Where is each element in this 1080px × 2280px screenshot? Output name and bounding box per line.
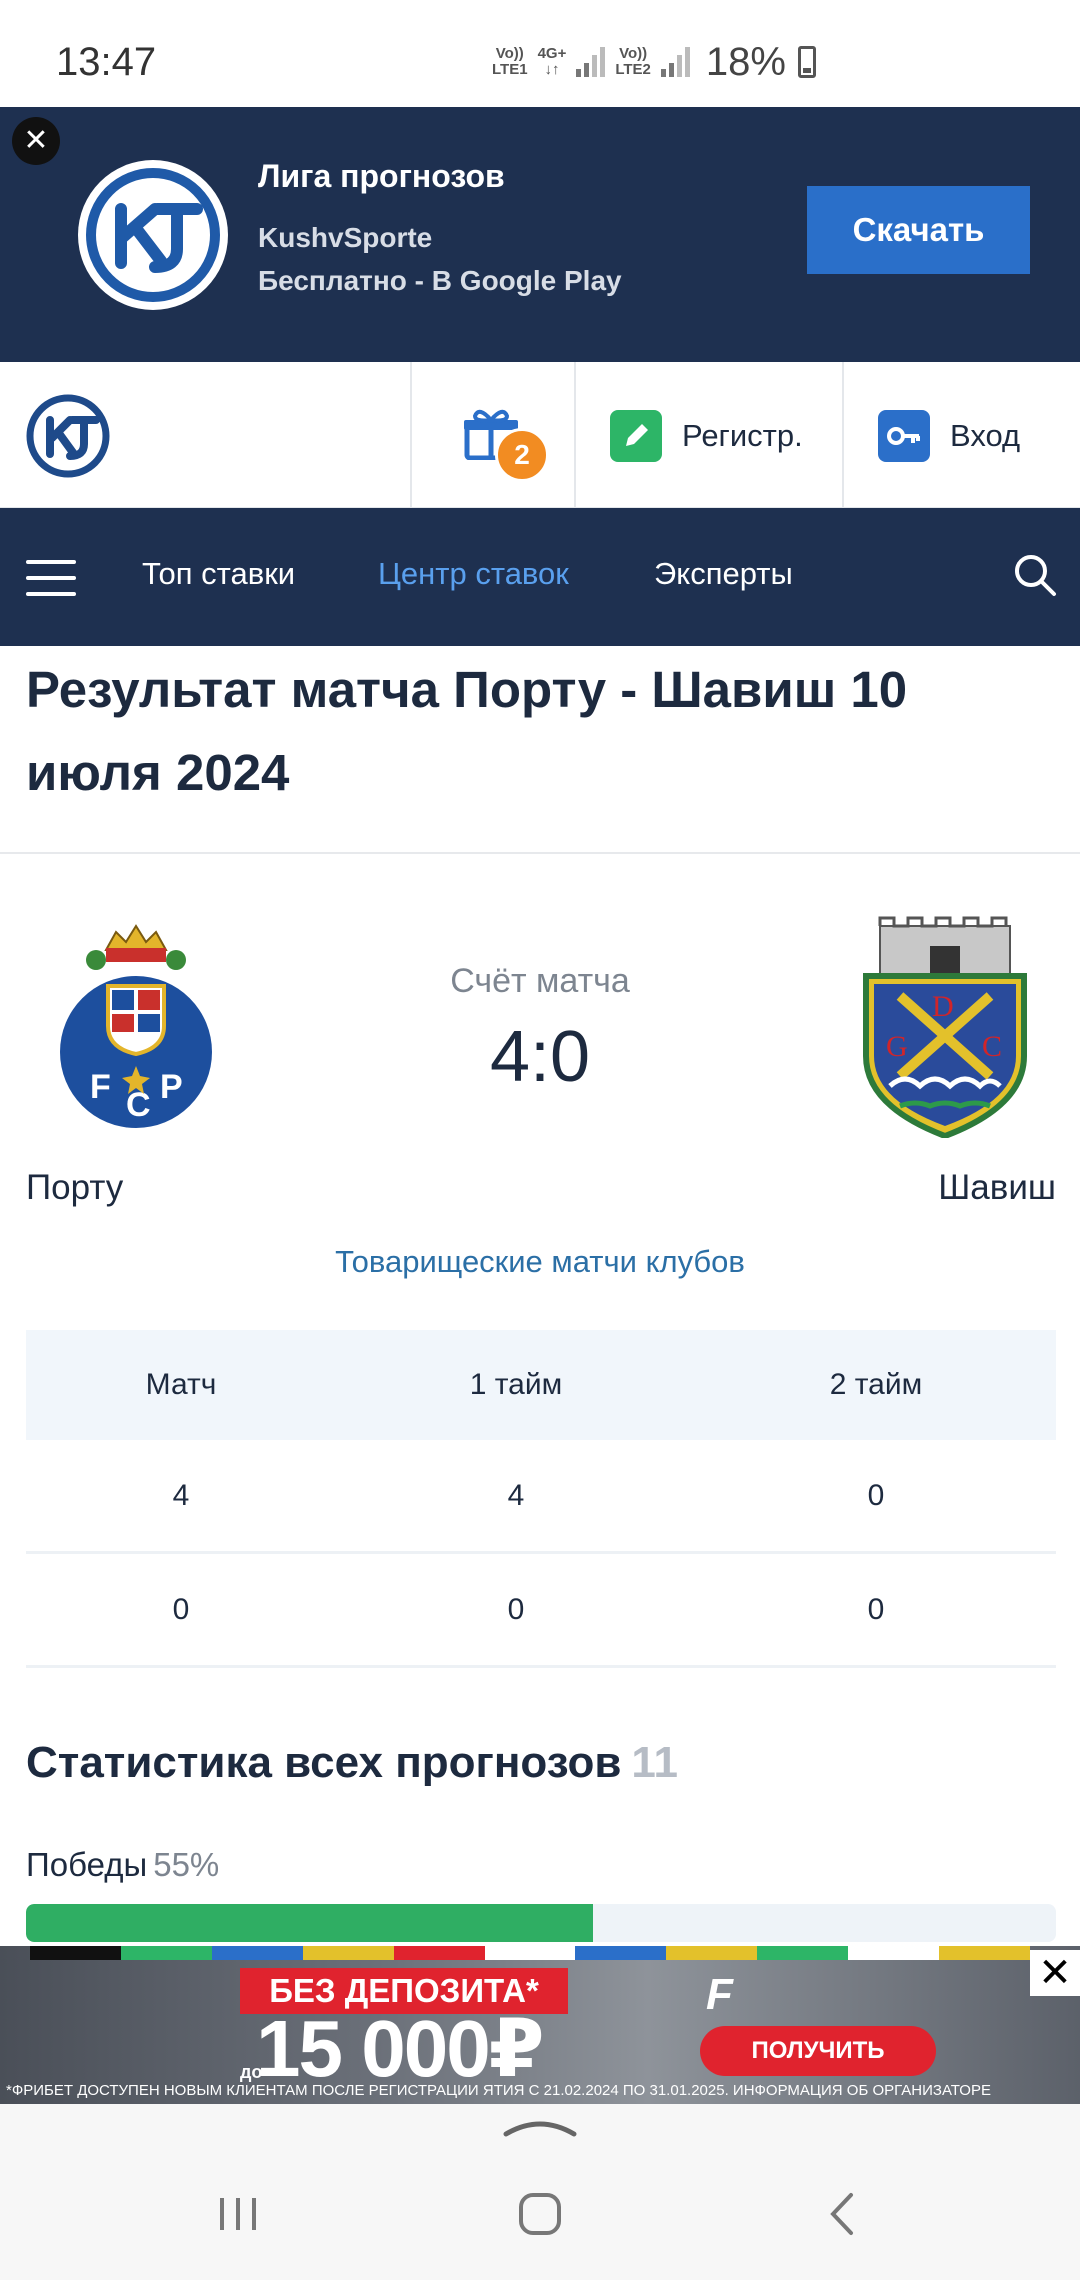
- nav-top-bets[interactable]: Топ ставки: [142, 556, 295, 592]
- svg-text:P: P: [160, 1068, 183, 1106]
- header-divider: [574, 362, 576, 508]
- volte-lte2-indicator: Vo)) LTE2: [615, 46, 651, 78]
- site-logo[interactable]: [24, 392, 112, 480]
- home-team-name[interactable]: Порту: [26, 1168, 123, 1208]
- svg-text:D: D: [932, 990, 954, 1023]
- ad-get-button[interactable]: ПОЛУЧИТЬ: [700, 2026, 936, 2076]
- nav-bets-center[interactable]: Центр ставок: [378, 556, 569, 592]
- chaves-crest-icon[interactable]: D G C: [860, 916, 1030, 1140]
- wins-row: Победы 55%: [26, 1846, 219, 1884]
- battery-icon: [797, 46, 816, 78]
- wins-progress-fill: [26, 1904, 593, 1942]
- table-cell: 0: [172, 1592, 190, 1626]
- key-icon[interactable]: [878, 410, 930, 462]
- register-link[interactable]: Регистр.: [682, 418, 803, 454]
- table-cell: 4: [507, 1478, 525, 1512]
- menu-icon[interactable]: [26, 560, 76, 596]
- away-team-name[interactable]: Шавиш: [938, 1168, 1056, 1208]
- wins-label: Победы: [26, 1846, 148, 1883]
- banner-close-button[interactable]: ✕: [12, 117, 60, 165]
- ad-close-button[interactable]: ✕: [1030, 1950, 1080, 1996]
- ad-fine-print: *ФРИБЕТ ДОСТУПЕН НОВЫМ КЛИЕНТАМ ПОСЛЕ РЕ…: [6, 2082, 991, 2099]
- app-logo: [78, 160, 228, 310]
- status-time: 13:47: [56, 40, 157, 84]
- ad-brand-logo: F: [706, 1970, 733, 2019]
- score-table-header: Матч 1 тайм 2 тайм: [26, 1330, 1056, 1440]
- lte2-label: LTE2: [615, 61, 651, 78]
- header-divider: [410, 362, 412, 508]
- 4g-label: 4G+: [537, 45, 567, 62]
- volte-lte1-indicator: Vo)) LTE1: [492, 46, 528, 78]
- ad-color-strip: [30, 1946, 1030, 1960]
- 4g-indicator: 4G+ ↓↑: [538, 46, 567, 78]
- tournament-link[interactable]: Товарищеские матчи клубов: [0, 1244, 1080, 1280]
- stats-title: Статистика всех прогнозов: [26, 1738, 622, 1787]
- data-arrows-icon: ↓↑: [544, 61, 560, 78]
- banner-subtitle: Бесплатно - В Google Play: [258, 265, 622, 296]
- search-icon[interactable]: [1012, 552, 1058, 598]
- svg-text:F: F: [90, 1068, 111, 1106]
- gift-count-badge: 2: [495, 428, 549, 482]
- signal-2-icon: [660, 47, 690, 77]
- volte1-label: Vo)): [495, 45, 524, 62]
- table-cell: 0: [867, 1478, 885, 1512]
- download-button[interactable]: Скачать: [807, 186, 1030, 274]
- login-link[interactable]: Вход: [950, 418, 1020, 454]
- table-row: 4 4 0: [26, 1440, 1056, 1554]
- stats-heading: Статистика всех прогнозов 11: [26, 1738, 678, 1788]
- page-title: Результат матча Порту - Шавиш 10 июля 20…: [26, 661, 908, 801]
- score-label: Счёт матча: [450, 962, 630, 1000]
- wins-percent: 55%: [153, 1846, 220, 1883]
- status-bar: 13:47 Vo)) LTE1 4G+ ↓↑ Vo)) LTE2 18%: [0, 0, 1080, 107]
- banner-app-title: Лига прогнозов: [258, 158, 505, 194]
- back-icon[interactable]: [812, 2184, 872, 2244]
- porto-crest-icon[interactable]: F C P: [56, 920, 216, 1136]
- home-icon[interactable]: [510, 2184, 570, 2244]
- table-cell: 0: [507, 1592, 525, 1626]
- status-indicators: Vo)) LTE1 4G+ ↓↑ Vo)) LTE2 18%: [492, 40, 816, 84]
- chevron-up-icon[interactable]: [502, 2114, 578, 2140]
- header-match: Матч: [145, 1368, 217, 1401]
- banner-developer: KushvSporte: [258, 222, 433, 253]
- svg-text:C: C: [982, 1030, 1002, 1063]
- stats-count: 11: [631, 1738, 678, 1787]
- header-half2: 2 тайм: [829, 1368, 923, 1401]
- svg-text:G: G: [886, 1030, 908, 1063]
- signal-1-icon: [576, 47, 606, 77]
- header-half1: 1 тайм: [469, 1368, 563, 1401]
- match-score: 4:0: [489, 1017, 591, 1097]
- header-divider: [842, 362, 844, 508]
- recent-apps-icon[interactable]: [208, 2184, 268, 2244]
- score-table: Матч 1 тайм 2 тайм 4 4 0 0 0 0: [26, 1330, 1056, 1668]
- title-divider: [0, 852, 1080, 854]
- wins-progress-bar: [26, 1904, 1056, 1942]
- battery-percent: 18%: [705, 39, 786, 84]
- table-cell: 4: [172, 1478, 190, 1512]
- volte2-label: Vo)): [619, 45, 648, 62]
- pencil-icon[interactable]: [610, 410, 662, 462]
- lte1-label: LTE1: [492, 61, 528, 78]
- table-row: 0 0 0: [26, 1554, 1056, 1668]
- table-cell: 0: [867, 1592, 885, 1626]
- nav-experts[interactable]: Эксперты: [654, 556, 793, 592]
